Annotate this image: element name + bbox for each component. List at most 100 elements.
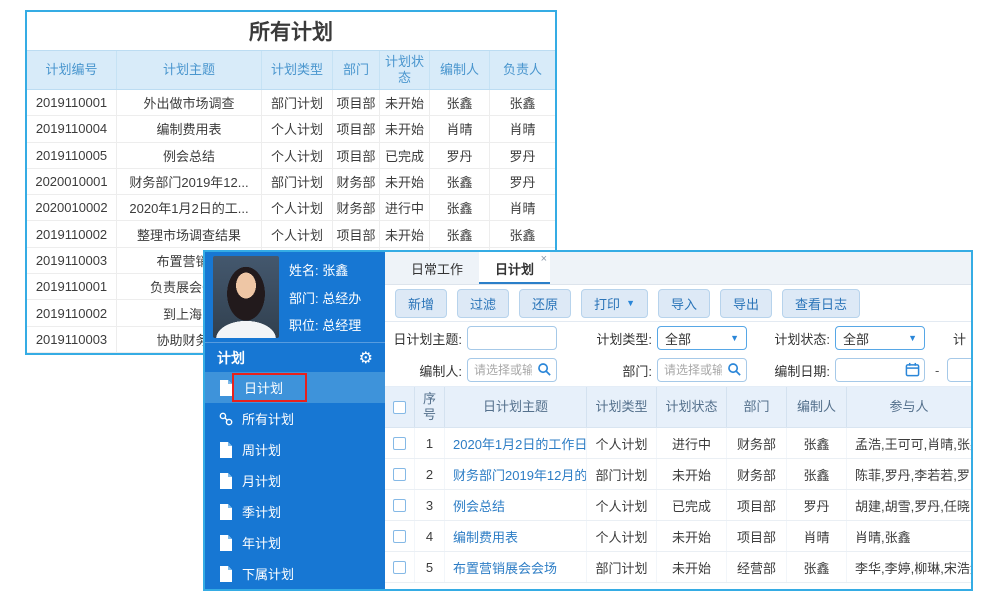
file-icon (219, 565, 233, 582)
page-title: 所有计划 (249, 21, 333, 44)
close-icon[interactable]: × (541, 253, 547, 265)
cell-participants: 陈菲,罗丹,李若若,罗... (855, 467, 971, 483)
sidebar-section-label: 计划 (217, 349, 245, 366)
cell-plan-id: 2019110003 (27, 247, 117, 274)
row-select-cell (385, 459, 415, 489)
author-filter-label: 编制人: (419, 363, 462, 379)
print-button[interactable]: 打印 ▼ (581, 288, 648, 318)
row-checkbox[interactable] (393, 560, 406, 574)
cell-plan-id: 2019110005 (27, 142, 117, 168)
cell-author: 张鑫 (430, 195, 490, 221)
cell-status: 进行中 (657, 428, 727, 458)
sidebar-item[interactable]: 日计划 (205, 372, 385, 403)
search-icon[interactable] (537, 362, 552, 377)
tab-bar: 日常工作 日计划 × (385, 252, 971, 285)
column-header-status: 计划状态 (657, 387, 727, 427)
cell-plan-status: 进行中 (380, 195, 430, 221)
cell-owner: 张鑫 (509, 227, 536, 243)
tab-daily-plan[interactable]: 日计划 × (479, 252, 551, 284)
calendar-icon[interactable] (905, 362, 920, 377)
column-header-owner: 负责人 (502, 61, 542, 77)
search-icon[interactable] (727, 362, 742, 377)
cell-dept: 项目部 (333, 90, 380, 116)
column-header-plan-type: 计划类型 (262, 51, 333, 89)
cell-index: 4 (415, 521, 445, 551)
cell-participants: 孟浩,王可可,肖晴,张鑫 (855, 436, 971, 452)
gear-icon[interactable]: ⚙ (359, 348, 373, 368)
status-filter-select[interactable]: 全部 ▼ (835, 326, 925, 350)
sidebar-section-plan: 计划 ⚙ (205, 342, 385, 372)
cell-plan-type: 个人计划 (262, 195, 333, 221)
row-checkbox[interactable] (393, 467, 406, 481)
sidebar-item-label: 月计划 (242, 474, 282, 489)
sidebar-item[interactable]: 季计划 (205, 496, 385, 527)
cell-status: 未开始 (657, 521, 727, 551)
date-to-input[interactable] (947, 358, 971, 382)
sidebar-item-label: 下属计划 (242, 567, 295, 582)
row-checkbox[interactable] (393, 436, 406, 450)
add-button[interactable]: 新增 (395, 288, 448, 318)
status-filter-label: 计划状态: (774, 331, 830, 347)
cell-topic-link[interactable]: 财务部门2019年12月的... (445, 459, 587, 489)
cell-owner: 肖晴 (509, 122, 536, 138)
cell-plan-status: 未开始 (380, 221, 430, 247)
cell-topic-link[interactable]: 布置营销展会会场 (445, 552, 587, 582)
table-row: 1 2020年1月2日的工作日... 个人计划 进行中 财务部 张鑫 孟浩,王可… (385, 428, 971, 459)
row-select-cell (385, 490, 415, 520)
cell-status: 未开始 (657, 552, 727, 582)
restore-button[interactable]: 还原 (519, 288, 572, 318)
cell-status: 已完成 (657, 490, 727, 520)
cell-topic-link[interactable]: 编制费用表 (445, 521, 587, 551)
cell-type: 个人计划 (587, 428, 657, 458)
sidebar-item[interactable]: 月计划 (205, 465, 385, 496)
cell-plan-type: 个人计划 (262, 221, 333, 247)
view-log-button[interactable]: 查看日志 (782, 288, 861, 318)
tab-daily-work[interactable]: 日常工作 (395, 252, 479, 284)
table-row: 2020010001 财务部门2019年12... 部门计划 财务部 未开始 张… (27, 168, 555, 196)
cell-plan-id: 2019110001 (27, 90, 117, 116)
cell-participants: 肖晴,张鑫 (855, 529, 911, 545)
cell-topic-link[interactable]: 例会总结 (445, 490, 587, 520)
column-header-topic: 日计划主题 (445, 387, 587, 427)
cell-topic-link[interactable]: 2020年1月2日的工作日... (445, 428, 587, 458)
select-all-checkbox[interactable] (393, 400, 406, 414)
table-row: 2019110002 整理市场调查结果 个人计划 项目部 未开始 张鑫 张鑫 (27, 221, 555, 248)
column-header-dept: 部门 (727, 387, 787, 427)
cell-plan-id: 2019110002 (27, 300, 117, 326)
export-button[interactable]: 导出 (720, 288, 773, 318)
type-filter-select[interactable]: 全部 ▼ (657, 326, 747, 350)
cell-type: 个人计划 (587, 490, 657, 520)
sidebar-item[interactable]: 所有计划 (205, 403, 385, 434)
cell-owner: 罗丹 (509, 148, 536, 164)
cell-status: 未开始 (657, 459, 727, 489)
date-to-box (947, 358, 971, 382)
table-row: 2019110001 外出做市场调查 部门计划 项目部 未开始 张鑫 张鑫 (27, 90, 555, 117)
cell-plan-status: 未开始 (380, 168, 430, 195)
cell-plan-topic: 例会总结 (117, 142, 262, 168)
sidebar-item[interactable]: 年计划 (205, 527, 385, 558)
topic-filter-input[interactable] (467, 326, 557, 350)
cell-plan-topic: 编制费用表 (117, 116, 262, 142)
caret-down-icon: ▼ (626, 298, 635, 308)
row-checkbox[interactable] (393, 529, 406, 543)
cell-dept: 项目部 (727, 490, 787, 520)
user-profile: 姓名: 张鑫 部门: 总经办 职位: 总经理 (205, 252, 385, 342)
sidebar-item[interactable]: 周计划 (205, 434, 385, 465)
clipped-filter-label: 计 (953, 331, 967, 347)
cell-type: 部门计划 (587, 459, 657, 489)
column-header-participants: 参与人 (889, 399, 929, 415)
cell-dept: 财务部 (333, 168, 380, 195)
row-checkbox[interactable] (393, 498, 406, 512)
cell-plan-status: 已完成 (380, 142, 430, 168)
toolbar: 新增 过滤 还原 打印 ▼ 导入 导出 查看日志 (385, 285, 971, 322)
sidebar-item-label: 季计划 (242, 505, 282, 520)
cell-plan-topic: 外出做市场调查 (117, 90, 262, 116)
cell-plan-topic: 2020年1月2日的工... (117, 195, 262, 221)
import-button[interactable]: 导入 (657, 288, 710, 318)
file-icon (219, 441, 233, 458)
sidebar-item[interactable]: 下属计划 (205, 558, 385, 589)
cell-participants: 李华,李婷,柳琳,宋浩然 (855, 560, 971, 576)
filter-button[interactable]: 过滤 (457, 288, 510, 318)
cell-plan-id: 2019110003 (27, 326, 117, 352)
cell-dept: 项目部 (333, 142, 380, 168)
